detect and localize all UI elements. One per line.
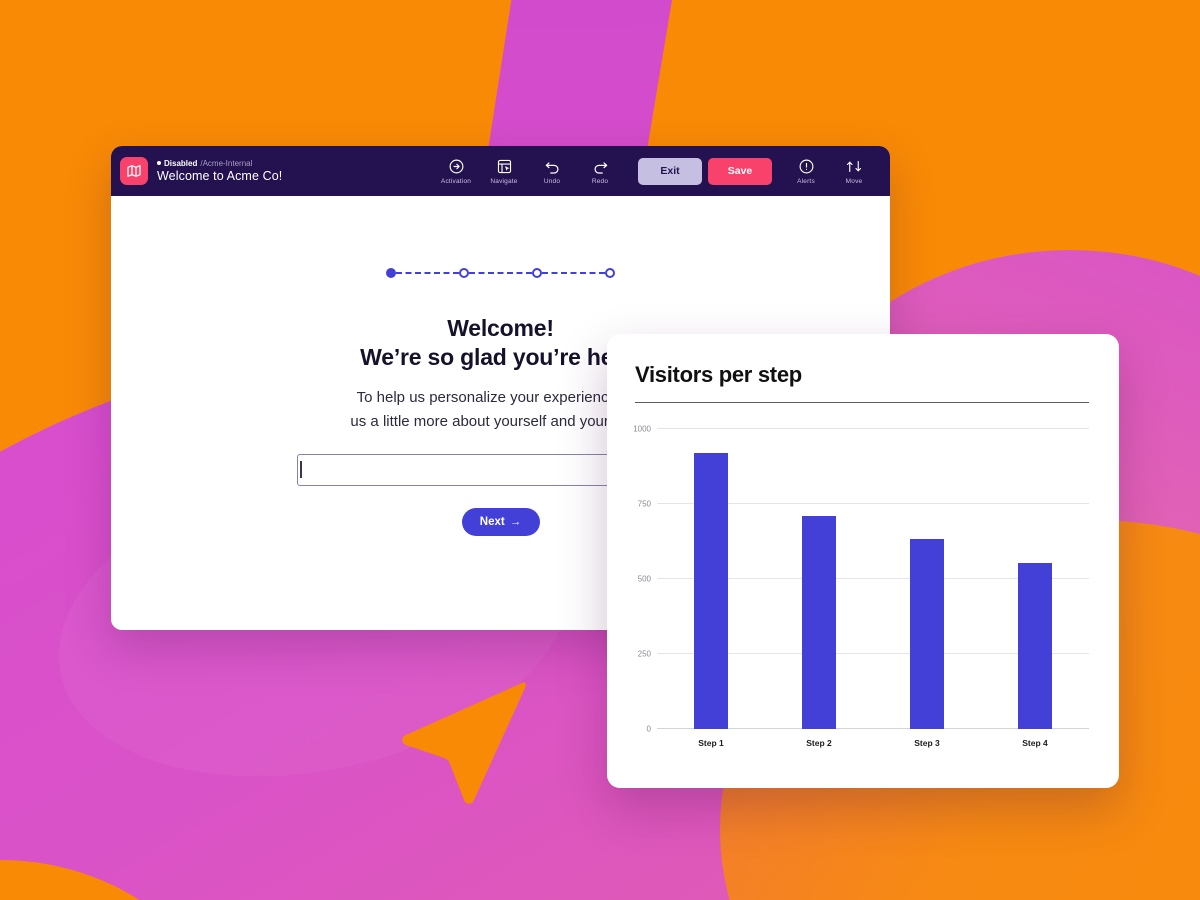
x-label-step-3: Step 3 <box>914 738 940 748</box>
toolbar-item-redo[interactable]: Redo <box>576 157 624 185</box>
step-dot-4[interactable] <box>605 268 615 278</box>
header-toolbar: Activation Navigate Undo Redo Exit Save … <box>432 157 878 185</box>
app-header: Disabled /Acme-Internal Welcome to Acme … <box>111 146 890 196</box>
bar-step-1[interactable] <box>694 453 728 729</box>
navigate-cursor-icon <box>496 157 513 175</box>
next-button-label: Next <box>479 515 505 528</box>
toolbar-label-move: Move <box>845 178 863 185</box>
brand-text: Disabled /Acme-Internal Welcome to Acme … <box>157 159 282 184</box>
toolbar-label-redo: Redo <box>591 178 609 185</box>
redo-arrow-icon <box>592 157 609 175</box>
screenshot-stage: Disabled /Acme-Internal Welcome to Acme … <box>0 0 1200 900</box>
step-connector-2 <box>469 272 532 274</box>
alert-circle-icon <box>798 157 815 175</box>
bar-step-4[interactable] <box>1018 562 1052 729</box>
move-updown-icon <box>843 157 865 175</box>
chart-card: Visitors per step 0 250 500 750 1000 Step 1S… <box>607 334 1119 788</box>
arrow-right-icon: → <box>509 515 522 528</box>
bar-column <box>873 429 981 729</box>
toolbar-item-navigate[interactable]: Navigate <box>480 157 528 185</box>
exit-button[interactable]: Exit <box>638 157 702 185</box>
toolbar-item-activation[interactable]: Activation <box>432 157 480 185</box>
step-dot-2[interactable] <box>459 268 469 278</box>
step-dot-1[interactable] <box>386 268 396 278</box>
bar-column <box>981 429 1089 729</box>
save-button[interactable]: Save <box>708 157 772 185</box>
progress-stepper <box>111 268 890 278</box>
arrow-right-circle-icon <box>448 157 465 175</box>
text-caret-icon <box>300 460 302 478</box>
toolbar-label-navigate: Navigate <box>490 178 518 185</box>
y-tick-label-1000: 1000 <box>633 424 651 434</box>
step-connector-1 <box>396 272 459 274</box>
chart-title: Visitors per step <box>635 362 802 387</box>
toolbar-label-activation: Activation <box>440 178 472 185</box>
brand-block: Disabled /Acme-Internal Welcome to Acme … <box>120 157 282 185</box>
chart-bars <box>657 429 1089 729</box>
toolbar-item-undo[interactable]: Undo <box>528 157 576 185</box>
project-path: /Acme-Internal <box>200 158 253 168</box>
status-label: Disabled <box>164 158 198 168</box>
cursor-arrow-icon <box>396 679 528 805</box>
y-tick-label-0: 0 <box>646 724 651 734</box>
undo-arrow-icon <box>544 157 561 175</box>
chart-x-axis-labels: Step 1 Step 2 Step 3 Step 4 <box>657 738 1089 748</box>
bar-chart-plot: 0 250 500 750 1000 Step 1 Step 2 Step 3 Step 4 <box>633 425 1089 748</box>
x-label-step-2: Step 2 <box>806 738 832 748</box>
y-tick-label-500: 500 <box>637 574 651 584</box>
status-dot-icon <box>157 161 161 166</box>
x-label-step-4: Step 4 <box>1022 738 1048 748</box>
step-connector-3 <box>542 272 605 274</box>
map-icon <box>120 157 148 185</box>
y-tick-label-750: 750 <box>637 499 651 509</box>
next-button[interactable]: Next → <box>461 507 540 536</box>
toolbar-item-move[interactable]: Move <box>830 157 878 185</box>
bar-step-3[interactable] <box>910 538 944 729</box>
brand-meta: Disabled /Acme-Internal <box>157 159 282 168</box>
bar-column <box>765 429 873 729</box>
y-tick-label-250: 250 <box>637 649 651 659</box>
app-title: Welcome to Acme Co! <box>157 168 283 183</box>
toolbar-label-alerts: Alerts <box>797 178 815 185</box>
bar-step-2[interactable] <box>802 516 836 729</box>
step-dot-3[interactable] <box>532 268 542 278</box>
x-label-step-1: Step 1 <box>698 738 724 748</box>
toolbar-item-alerts[interactable]: Alerts <box>782 157 830 185</box>
chart-title-divider <box>635 402 1089 403</box>
bar-column <box>657 429 765 729</box>
toolbar-label-undo: Undo <box>543 178 561 185</box>
